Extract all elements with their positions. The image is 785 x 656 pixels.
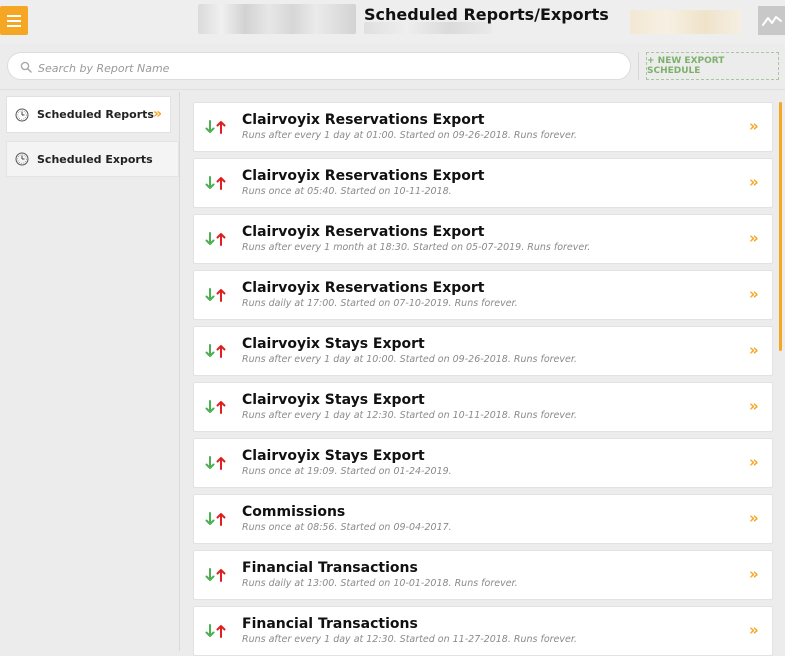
clock-icon [15, 152, 29, 166]
export-schedule: Runs once at 05:40. Started on 10-11-201… [242, 186, 452, 197]
double-chevron-right-icon[interactable]: » [749, 230, 759, 246]
sort-arrows-icon [205, 344, 226, 358]
double-chevron-right-icon[interactable]: » [749, 342, 759, 358]
export-row[interactable]: Financial Transactions Runs after every … [193, 606, 773, 656]
double-chevron-right-icon[interactable]: » [749, 118, 759, 134]
export-title: Clairvoyix Reservations Export [242, 112, 485, 128]
export-title: Financial Transactions [242, 560, 418, 576]
export-title: Clairvoyix Reservations Export [242, 280, 485, 296]
sidebar-item-scheduled-reports[interactable]: Scheduled Reports » [6, 96, 171, 133]
sort-arrows-icon [205, 120, 226, 134]
export-schedule: Runs after every 1 day at 12:30. Started… [242, 410, 577, 421]
sort-arrows-icon [205, 512, 226, 526]
export-schedule: Runs once at 19:09. Started on 01-24-201… [242, 466, 452, 477]
search-icon [20, 58, 32, 77]
export-title: Clairvoyix Reservations Export [242, 168, 485, 184]
export-schedule: Runs daily at 17:00. Started on 07-10-20… [242, 298, 518, 309]
double-chevron-right-icon[interactable]: » [749, 398, 759, 414]
export-row[interactable]: Commissions Runs once at 08:56. Started … [193, 494, 773, 544]
double-chevron-right-icon: » [152, 106, 162, 122]
redacted-logo [198, 4, 356, 34]
sort-arrows-icon [205, 624, 226, 638]
export-row[interactable]: Financial Transactions Runs daily at 13:… [193, 550, 773, 600]
export-title: Commissions [242, 504, 346, 520]
double-chevron-right-icon[interactable]: » [749, 622, 759, 638]
export-title: Financial Transactions [242, 616, 418, 632]
export-title: Clairvoyix Stays Export [242, 448, 425, 464]
double-chevron-right-icon[interactable]: » [749, 454, 759, 470]
export-schedule: Runs after every 1 day at 12:30. Started… [242, 634, 577, 645]
sort-arrows-icon [205, 400, 226, 414]
export-row[interactable]: Clairvoyix Reservations Export Runs afte… [193, 214, 773, 264]
export-row[interactable]: Clairvoyix Stays Export Runs after every… [193, 382, 773, 432]
sidebar: Scheduled Reports » Scheduled Exports [0, 92, 180, 651]
export-schedule: Runs after every 1 month at 18:30. Start… [242, 242, 591, 253]
hamburger-menu-button[interactable] [0, 6, 28, 35]
double-chevron-right-icon[interactable]: » [749, 174, 759, 190]
new-export-schedule-button[interactable]: + NEW EXPORT SCHEDULE [646, 52, 779, 80]
page-title: Scheduled Reports/Exports [364, 5, 609, 24]
redacted-user-info [630, 10, 742, 34]
export-schedule: Runs once at 08:56. Started on 09-04-201… [242, 522, 452, 533]
header-divider [0, 89, 785, 90]
double-chevron-right-icon[interactable]: » [749, 286, 759, 302]
scrollbar[interactable] [779, 102, 782, 351]
sort-arrows-icon [205, 232, 226, 246]
search-input[interactable] [36, 58, 620, 78]
activity-chart-icon [761, 15, 782, 26]
export-row[interactable]: Clairvoyix Reservations Export Runs once… [193, 158, 773, 208]
toolbar-divider [638, 52, 639, 80]
sidebar-item-label: Scheduled Reports [37, 108, 154, 121]
double-chevron-right-icon[interactable]: » [749, 566, 759, 582]
hamburger-menu-icon [7, 19, 21, 22]
export-title: Clairvoyix Stays Export [242, 392, 425, 408]
export-schedule: Runs after every 1 day at 10:00. Started… [242, 354, 577, 365]
sidebar-item-scheduled-exports[interactable]: Scheduled Exports [6, 141, 179, 177]
export-row[interactable]: Clairvoyix Stays Export Runs once at 19:… [193, 438, 773, 488]
export-title: Clairvoyix Reservations Export [242, 224, 485, 240]
export-schedule: Runs after every 1 day at 01:00. Started… [242, 130, 577, 141]
double-chevron-right-icon[interactable]: » [749, 510, 759, 526]
activity-button[interactable] [758, 6, 785, 35]
search-bar[interactable] [7, 52, 631, 80]
export-title: Clairvoyix Stays Export [242, 336, 425, 352]
export-row[interactable]: Clairvoyix Stays Export Runs after every… [193, 326, 773, 376]
export-row[interactable]: Clairvoyix Reservations Export Runs dail… [193, 270, 773, 320]
clock-icon [15, 108, 29, 121]
sidebar-item-label: Scheduled Exports [37, 152, 153, 166]
sort-arrows-icon [205, 288, 226, 302]
top-bar: Scheduled Reports/Exports [0, 0, 785, 44]
sort-arrows-icon [205, 568, 226, 582]
export-row[interactable]: Clairvoyix Reservations Export Runs afte… [193, 102, 773, 152]
sort-arrows-icon [205, 456, 226, 470]
export-schedule: Runs daily at 13:00. Started on 10-01-20… [242, 578, 518, 589]
sort-arrows-icon [205, 176, 226, 190]
